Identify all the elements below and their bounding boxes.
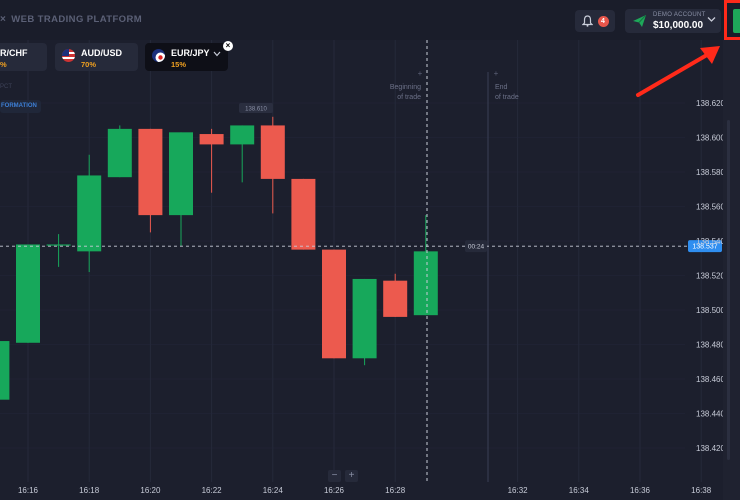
candle-body (322, 249, 346, 359)
tab-payout: 15% (171, 60, 187, 69)
candle-body (260, 125, 285, 179)
tab-payout: % (0, 60, 7, 69)
red-arrow-annotation (636, 46, 720, 97)
candle-body (291, 178, 316, 250)
candle-body (0, 341, 10, 400)
price-tick: 138.520 (696, 272, 725, 281)
top-bar: × WEB TRADING PLATFORM 4 DEMO ACCOUNT $1… (0, 0, 740, 40)
candle-body (46, 244, 71, 246)
begin-label-2: of trade (397, 94, 421, 101)
candle-body (383, 280, 408, 317)
chart-grid (0, 40, 702, 482)
price-tick: 138.460 (696, 375, 725, 384)
tab-aud-usd[interactable]: AUD/USD 70% (55, 43, 138, 71)
platform-title: WEB TRADING PLATFORM (11, 14, 143, 25)
end-label: End (495, 84, 508, 91)
time-tick: 16:16 (18, 486, 39, 495)
high-price-label: 138.610 (245, 107, 267, 113)
brand: × WEB TRADING PLATFORM (0, 14, 142, 25)
zoom-out-button[interactable]: − (328, 470, 341, 482)
time-tick: 16:34 (569, 486, 590, 495)
paper-plane-icon (633, 15, 646, 27)
information-button[interactable]: FORMATION (0, 100, 41, 113)
candle-body (199, 134, 224, 145)
zoom-controls: − + (328, 470, 358, 482)
price-tick: 138.540 (696, 237, 725, 246)
tab-usd-chf[interactable]: R/CHF % (0, 43, 47, 71)
candle-body (169, 132, 193, 216)
chevron-down-icon[interactable] (213, 51, 221, 57)
price-tick: 138.620 (696, 99, 725, 108)
timer-label: 00:24 (468, 244, 485, 251)
begin-marker: + (418, 69, 423, 78)
time-tick: 16:24 (263, 486, 284, 495)
tab-symbol: R/CHF (0, 48, 28, 58)
highlighted-deposit-button[interactable] (724, 0, 740, 40)
deposit-button[interactable] (733, 9, 740, 33)
price-chart[interactable]: + Beginning of trade + End of trade 138.610 00:… (0, 0, 740, 500)
notification-count: 4 (597, 15, 609, 27)
tab-payout: 70% (81, 60, 97, 69)
candle-body (77, 175, 102, 252)
time-tick: 16:20 (140, 486, 161, 495)
price-tick: 138.500 (696, 306, 725, 315)
candle-body (138, 128, 163, 216)
time-tick: 16:38 (691, 486, 712, 495)
price-tick: 138.420 (696, 444, 725, 453)
eur-jpy-flag-icon (152, 49, 165, 62)
candle-body (16, 244, 40, 343)
bell-icon (581, 15, 593, 27)
time-tick: 16:36 (630, 486, 651, 495)
candle-body (230, 125, 255, 145)
time-tick: 16:18 (79, 486, 100, 495)
chevron-down-icon (707, 17, 716, 22)
end-marker: + (494, 69, 499, 78)
chart-overlay: + Beginning of trade + End of trade 138.610 00:… (0, 40, 722, 482)
time-tick: 16:28 (385, 486, 406, 495)
price-axis: 138.620 138.600 138.580 138.560 138.540 138.5… (696, 99, 725, 453)
account-switcher[interactable]: DEMO ACCOUNT $10,000.00 (625, 9, 721, 33)
time-axis: 16:16 16:18 16:20 16:22 16:24 16:26 16:28 16:32… (18, 486, 712, 495)
close-icon[interactable]: × (0, 14, 6, 25)
tab-eur-jpy[interactable]: EUR/JPY 15% × (145, 41, 233, 71)
end-label-2: of trade (495, 94, 519, 101)
price-tick: 138.560 (696, 203, 725, 212)
zoom-in-button[interactable]: + (345, 470, 358, 482)
notifications-button[interactable]: 4 (575, 10, 615, 32)
price-tick: 138.480 (696, 341, 725, 350)
aud-usd-flag-icon (62, 49, 75, 62)
account-type: DEMO ACCOUNT (653, 12, 706, 18)
time-tick: 16:26 (324, 486, 345, 495)
tab-symbol: EUR/JPY (171, 48, 210, 58)
close-tab-button[interactable]: × (223, 41, 233, 51)
scale-scrollbar[interactable] (727, 120, 730, 460)
time-tick: 16:32 (508, 486, 529, 495)
indicator-label: PCT (0, 84, 12, 90)
candle-body (107, 128, 132, 178)
price-tick: 138.440 (696, 410, 725, 419)
price-tick: 138.600 (696, 134, 725, 143)
candle-body (413, 251, 438, 316)
price-tick: 138.580 (696, 168, 725, 177)
price-scale-strip (723, 40, 740, 500)
tab-symbol: AUD/USD (81, 48, 123, 58)
candle-body (352, 278, 377, 359)
begin-label: Beginning (390, 84, 421, 91)
time-tick: 16:22 (202, 486, 223, 495)
candles (0, 116, 438, 400)
account-balance: $10,000.00 (653, 20, 704, 31)
